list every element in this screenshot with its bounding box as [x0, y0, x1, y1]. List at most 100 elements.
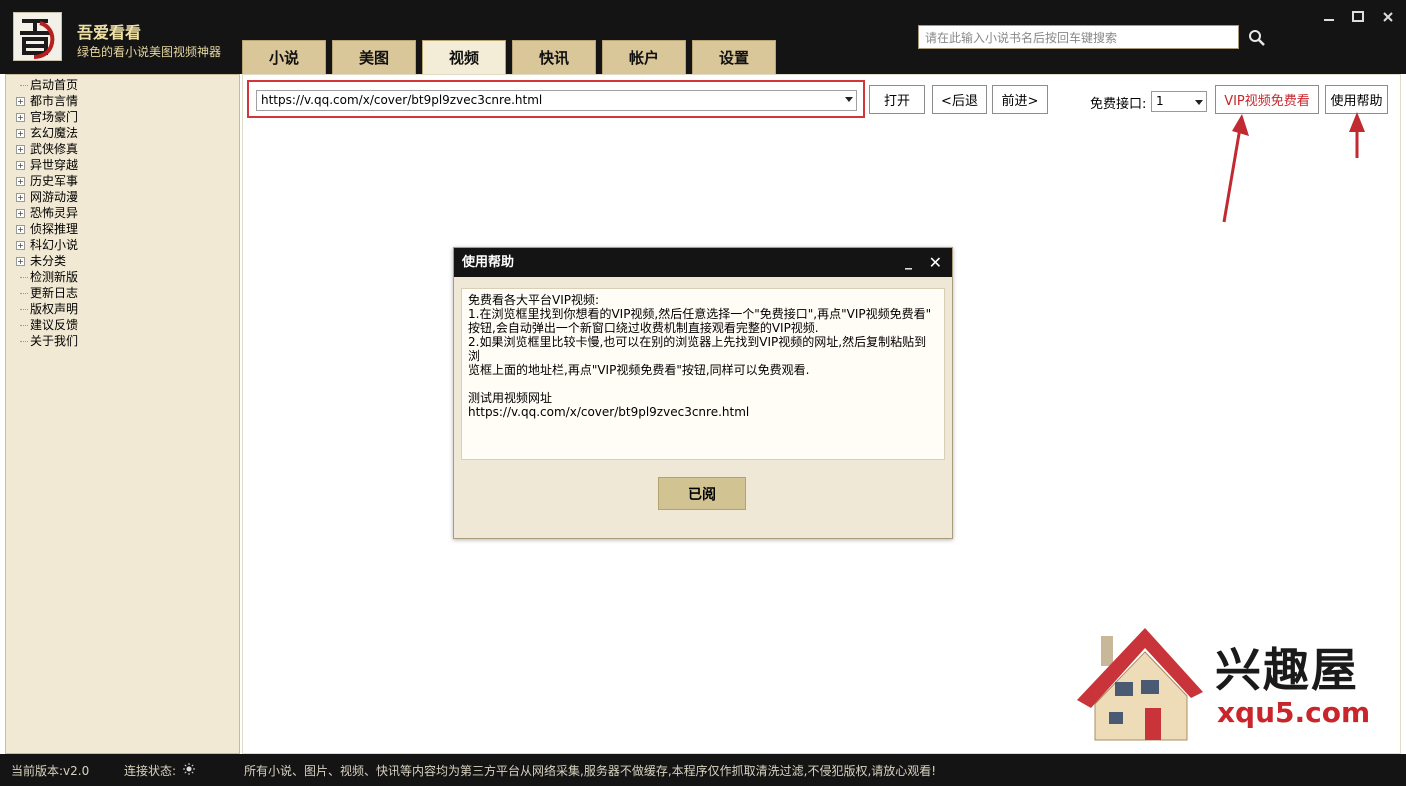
help-text-box[interactable]: 免费看各大平台VIP视频: 1.在浏览框里找到你想看的VIP视频,然后任意选择一… — [461, 288, 945, 460]
watermark-brand: 兴趣屋 — [1215, 643, 1359, 697]
sidebar-item[interactable]: + 恐怖灵异 — [6, 205, 239, 221]
sidebar-item[interactable]: + 官场豪门 — [6, 109, 239, 125]
chevron-down-icon[interactable] — [845, 97, 853, 102]
help-line: 览框上面的地址栏,再点"VIP视频免费看"按钮,同样可以免费观看. — [468, 363, 810, 377]
red-arrow-icon — [1349, 112, 1365, 158]
sidebar-item-label: 科幻小说 — [30, 238, 79, 252]
watermark-domain: xqu5.com — [1217, 696, 1371, 729]
sidebar-item-label: 未分类 — [30, 254, 67, 268]
tree-connector — [20, 309, 28, 310]
search-icon[interactable] — [1248, 29, 1266, 47]
tab-video[interactable]: 视频 — [422, 40, 506, 74]
sidebar-item-label: 启动首页 — [30, 78, 79, 92]
minimize-icon[interactable] — [1321, 9, 1337, 25]
app-subtitle: 绿色的看小说美图视频神器 — [77, 45, 222, 59]
sidebar-item-label: 更新日志 — [30, 286, 79, 300]
tab-account[interactable]: 帐户 — [602, 40, 686, 74]
expand-icon[interactable]: + — [16, 193, 25, 202]
acknowledge-button[interactable]: 已阅 — [658, 477, 746, 510]
help-line: 1.在浏览框里找到你想看的VIP视频,然后任意选择一个"免费接口",再点"VIP… — [468, 307, 932, 321]
sidebar-item[interactable]: + 科幻小说 — [6, 237, 239, 253]
help-line: 2.如果浏览框里比较卡慢,也可以在别的浏览器上先找到VIP视频的网址,然后复制粘… — [468, 335, 927, 363]
tree-connector — [20, 341, 28, 342]
sidebar-item[interactable]: + 历史军事 — [6, 173, 239, 189]
url-highlight-box: https://v.qq.com/x/cover/bt9pl9zvec3cnre… — [247, 80, 865, 118]
sidebar-item[interactable]: 启动首页 — [6, 77, 239, 93]
expand-icon[interactable]: + — [16, 145, 25, 154]
search-input[interactable]: 请在此输入小说书名后按回车键搜索 — [918, 25, 1239, 49]
help-line: 测试用视频网址 — [468, 391, 553, 405]
help-line: https://v.qq.com/x/cover/bt9pl9zvec3cnre… — [468, 405, 750, 419]
sidebar-item-label: 官场豪门 — [30, 110, 79, 124]
sidebar-item[interactable]: + 侦探推理 — [6, 221, 239, 237]
close-icon[interactable]: ✕ — [929, 248, 942, 277]
expand-icon[interactable]: + — [16, 225, 25, 234]
sidebar-item[interactable]: + 异世穿越 — [6, 157, 239, 173]
tree-connector — [20, 277, 28, 278]
forward-button[interactable]: 前进> — [992, 85, 1048, 114]
interface-select[interactable]: 1 — [1151, 91, 1207, 112]
category-tree: 启动首页 + 都市言情 + 官场豪门 + 玄幻魔法 + 武侠修真 + 异世穿越 + 历史军事 + 网游动漫 +… — [5, 74, 240, 754]
tab-novel[interactable]: 小说 — [242, 40, 326, 74]
close-icon[interactable] — [1380, 9, 1396, 25]
sidebar-item[interactable]: + 网游动漫 — [6, 189, 239, 205]
help-dialog: 使用帮助 _ ✕ 免费看各大平台VIP视频: 1.在浏览框里找到你想看的VIP视… — [453, 247, 953, 539]
help-line — [468, 377, 938, 391]
sidebar-item-label: 检测新版 — [30, 270, 79, 284]
logo-icon — [14, 13, 61, 60]
sidebar-item[interactable]: + 未分类 — [6, 253, 239, 269]
connection-status-label: 连接状态: — [124, 764, 177, 778]
back-button[interactable]: <后退 — [932, 85, 987, 114]
url-combobox[interactable]: https://v.qq.com/x/cover/bt9pl9zvec3cnre… — [256, 90, 857, 111]
tab-picture[interactable]: 美图 — [332, 40, 416, 74]
expand-icon[interactable]: + — [16, 177, 25, 186]
tree-connector — [20, 293, 28, 294]
sidebar-item-label: 历史军事 — [30, 174, 79, 188]
app-logo — [13, 12, 62, 61]
expand-icon[interactable]: + — [16, 209, 25, 218]
expand-icon[interactable]: + — [16, 113, 25, 122]
sidebar-item-label: 关于我们 — [30, 334, 79, 348]
sidebar-item[interactable]: 检测新版 — [6, 269, 239, 285]
sidebar-item-label: 版权声明 — [30, 302, 79, 316]
version-text: 当前版本:v2.0 — [11, 764, 90, 778]
sidebar-item-label: 恐怖灵异 — [30, 206, 79, 220]
chevron-down-icon[interactable] — [1195, 100, 1203, 105]
minimize-icon[interactable]: _ — [905, 248, 912, 277]
sidebar-item-label: 都市言情 — [30, 94, 79, 108]
dialog-title: 使用帮助 — [462, 255, 515, 270]
watermark: 兴趣屋 xqu5.com — [1075, 622, 1375, 746]
sidebar-item-label: 武侠修真 — [30, 142, 79, 156]
expand-icon[interactable]: + — [16, 161, 25, 170]
app-title: 吾爱看看 — [77, 23, 142, 42]
expand-icon[interactable]: + — [16, 257, 25, 266]
sidebar-item[interactable]: + 玄幻魔法 — [6, 125, 239, 141]
sidebar-item[interactable]: 更新日志 — [6, 285, 239, 301]
connection-status-icon — [183, 763, 195, 778]
maximize-icon[interactable] — [1350, 9, 1366, 25]
sidebar-item[interactable]: + 都市言情 — [6, 93, 239, 109]
sidebar-item-label: 侦探推理 — [30, 222, 79, 236]
sidebar-item-label: 建议反馈 — [30, 318, 79, 332]
main-tabs: 小说 美图 视频 快讯 帐户 设置 — [242, 40, 782, 74]
sidebar-item[interactable]: + 武侠修真 — [6, 141, 239, 157]
expand-icon[interactable]: + — [16, 129, 25, 138]
interface-value: 1 — [1156, 94, 1164, 108]
help-line: 按钮,会自动弹出一个新窗口绕过收费机制直接观看完整的VIP视频. — [468, 321, 819, 335]
status-bar: 当前版本:v2.0 连接状态: 所有小说、图片、视频、快讯等内容均为第三方平台从… — [0, 754, 1406, 786]
sidebar-item[interactable]: 版权声明 — [6, 301, 239, 317]
tab-settings[interactable]: 设置 — [692, 40, 776, 74]
tree-connector — [20, 85, 28, 86]
tab-news[interactable]: 快讯 — [512, 40, 596, 74]
sidebar-item[interactable]: 建议反馈 — [6, 317, 239, 333]
sidebar-item-label: 玄幻魔法 — [30, 126, 79, 140]
url-text: https://v.qq.com/x/cover/bt9pl9zvec3cnre… — [261, 93, 543, 107]
house-icon — [1077, 628, 1203, 741]
sidebar-item-label: 网游动漫 — [30, 190, 79, 204]
expand-icon[interactable]: + — [16, 97, 25, 106]
open-button[interactable]: 打开 — [869, 85, 925, 114]
expand-icon[interactable]: + — [16, 241, 25, 250]
sidebar-item[interactable]: 关于我们 — [6, 333, 239, 349]
help-line: 免费看各大平台VIP视频: — [468, 293, 600, 307]
sidebar-item-label: 异世穿越 — [30, 158, 79, 172]
